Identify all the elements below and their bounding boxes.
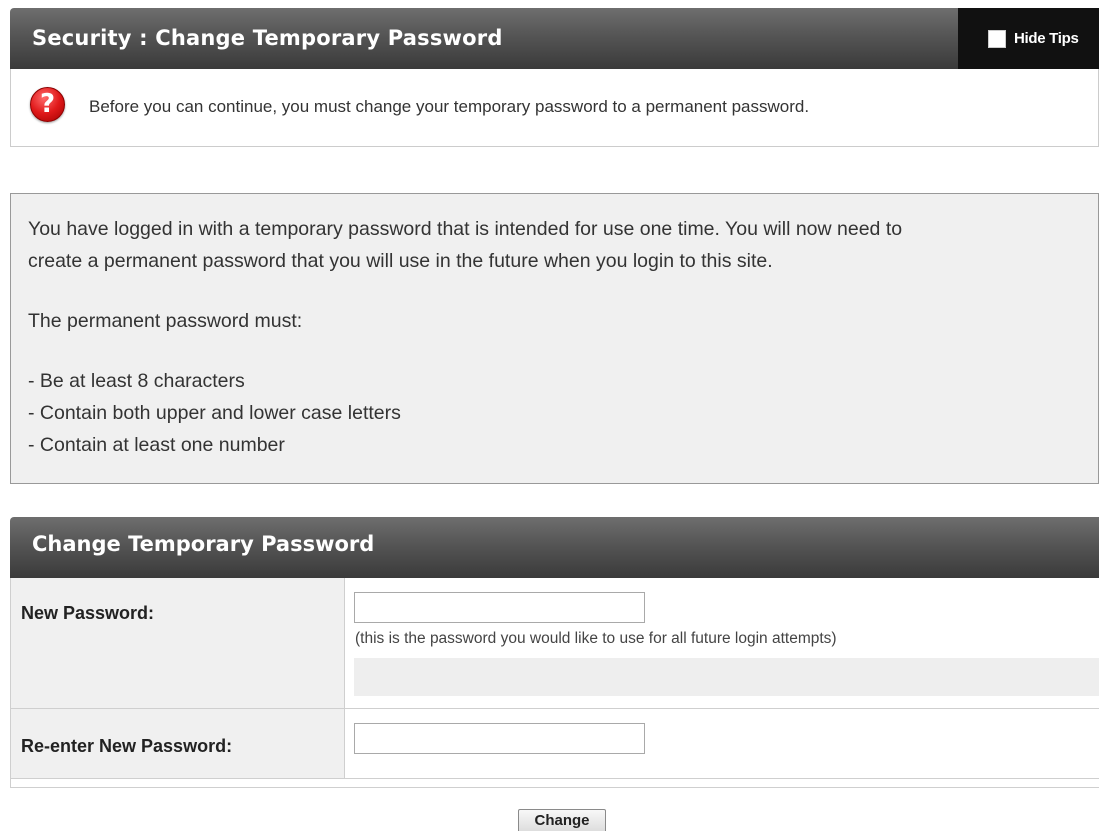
label-cell: Re-enter New Password: bbox=[11, 709, 345, 778]
info-paragraph-line: You have logged in with a temporary pass… bbox=[28, 218, 903, 240]
info-panel: You have logged in with a temporary pass… bbox=[10, 193, 1099, 484]
info-paragraph-line: create a permanent password that you wil… bbox=[28, 250, 773, 272]
page-header: Security : Change Temporary Password Hid… bbox=[10, 8, 1099, 69]
reenter-password-label: Re-enter New Password: bbox=[21, 736, 233, 756]
tip-panel: ? Before you can continue, you must chan… bbox=[10, 69, 1099, 147]
tip-text: Before you can continue, you must change… bbox=[89, 97, 810, 116]
form-title: Change Temporary Password bbox=[32, 532, 375, 556]
new-password-label: New Password: bbox=[21, 603, 155, 623]
page-title: Security : Change Temporary Password bbox=[32, 26, 503, 50]
question-icon: ? bbox=[30, 87, 65, 122]
hide-tips-label[interactable]: Hide Tips bbox=[1014, 30, 1079, 47]
password-rule: - Contain at least one number bbox=[28, 434, 285, 456]
password-rule: - Contain both upper and lower case lett… bbox=[28, 402, 401, 424]
change-button[interactable]: Change bbox=[518, 809, 606, 831]
form-header: Change Temporary Password bbox=[10, 517, 1099, 578]
new-password-row: New Password: (this is the password you … bbox=[11, 578, 1099, 709]
hide-tips-checkbox[interactable] bbox=[988, 29, 1006, 48]
validation-message-area bbox=[354, 658, 1099, 696]
new-password-hint: (this is the password you would like to … bbox=[355, 630, 837, 647]
hide-tips-toggle[interactable]: Hide Tips bbox=[958, 8, 1099, 69]
password-form: New Password: (this is the password you … bbox=[10, 578, 1099, 788]
password-rule: - Be at least 8 characters bbox=[28, 370, 245, 392]
reenter-password-row: Re-enter New Password: bbox=[11, 709, 1099, 779]
new-password-input[interactable] bbox=[354, 592, 645, 623]
password-requirements-heading: The permanent password must: bbox=[28, 310, 303, 332]
label-cell: New Password: bbox=[11, 578, 345, 708]
reenter-password-input[interactable] bbox=[354, 723, 645, 754]
